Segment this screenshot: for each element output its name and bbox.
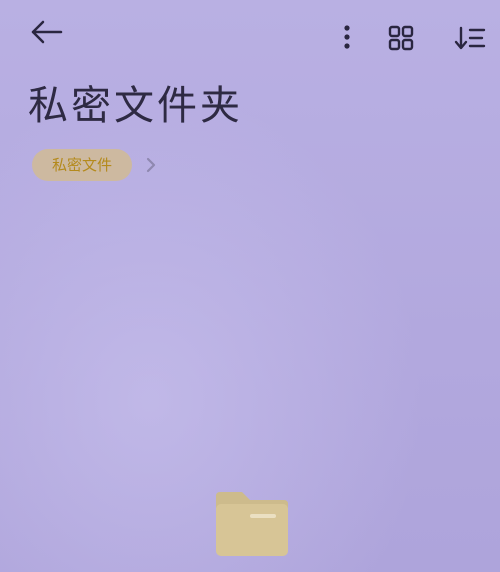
sort-icon[interactable] [452, 24, 488, 52]
grid-view-icon[interactable] [386, 24, 416, 52]
folder-icon [216, 492, 288, 556]
chevron-right-icon [146, 157, 156, 173]
more-vertical-icon[interactable] [336, 22, 358, 52]
breadcrumb: 私密文件 [32, 149, 158, 181]
back-arrow-icon[interactable] [30, 18, 64, 46]
page-title: 私密文件夹 [28, 83, 243, 129]
breadcrumb-item[interactable]: 私密文件 [32, 149, 133, 181]
screen: 私密文件夹 私密文件 [0, 0, 500, 572]
